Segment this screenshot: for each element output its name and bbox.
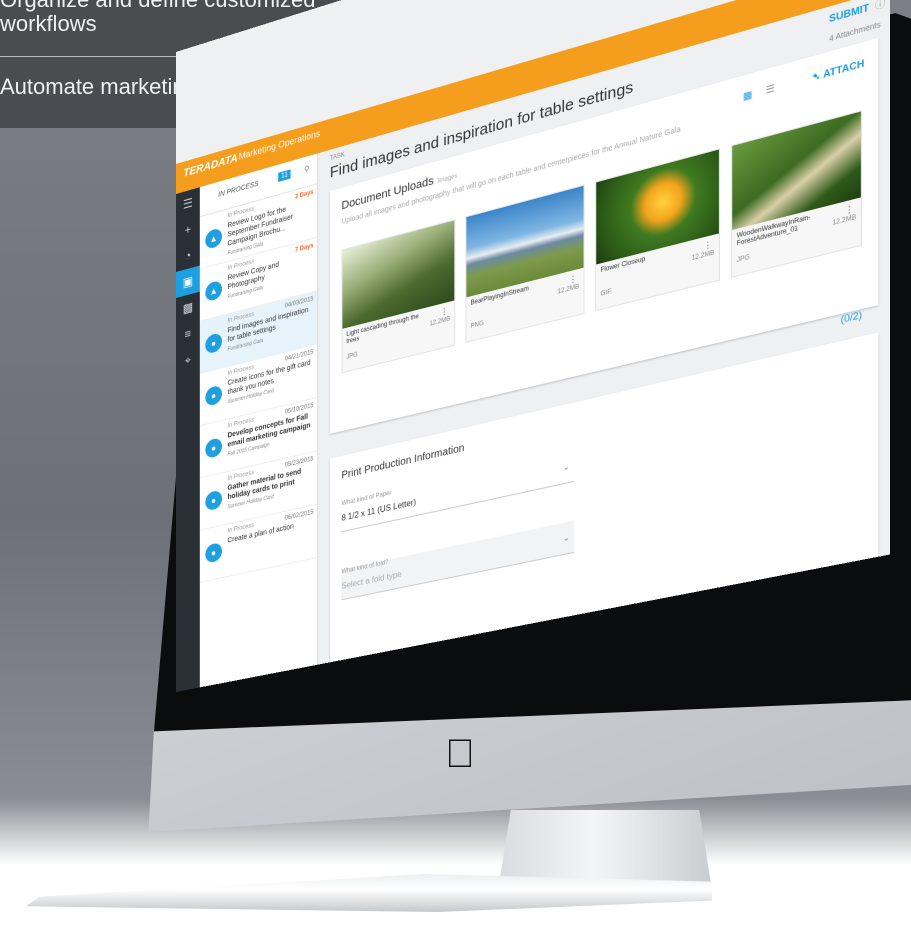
file-tile[interactable]: WoodenWalkwayInRain-ForestAdventure_01 1…	[731, 110, 863, 278]
chevron-down-icon: ⌄	[562, 532, 570, 544]
task-avatar: ●	[205, 384, 222, 407]
search-icon[interactable]: ⚲	[807, 0, 817, 2]
task-avatar: ●	[205, 437, 222, 460]
task-avatar: ●	[205, 541, 222, 564]
print-title: Print Production Information	[341, 442, 465, 482]
task-avatar: ▲	[205, 279, 222, 303]
file-size: 12.2MB	[691, 249, 715, 263]
apple-logo-icon: 	[440, 730, 480, 778]
chevron-down-icon: ⌄	[562, 461, 570, 473]
file-type: GIF	[600, 288, 612, 298]
file-size: 12.2MB	[832, 214, 857, 228]
file-type: JPG	[736, 254, 750, 265]
promo-line-workflows: workflows	[0, 11, 97, 36]
task-avatar: ●	[205, 332, 222, 355]
monitor-screen: TERADATA Marketing Operations ⚲ ▦ ● ☰ + …	[176, 0, 891, 692]
task-count-badge: 11	[278, 169, 291, 182]
file-thumbnail	[466, 185, 584, 298]
file-thumbnail	[342, 220, 455, 329]
more-options-icon[interactable]: ⋮	[440, 306, 448, 317]
file-tile[interactable]: BearPlayingInStream 12.2MB PNG ⋮	[465, 184, 585, 344]
uploads-tag: Images	[437, 173, 458, 186]
file-type: JPG	[346, 351, 358, 361]
brand-logo: TERADATA	[183, 152, 238, 180]
file-tile[interactable]: Flower Closeup 12.2MB GIF ⋮	[595, 148, 721, 312]
file-size: 12.2MB	[557, 283, 580, 296]
submit-button[interactable]: SUBMIT	[829, 2, 869, 25]
workflow-icon[interactable]: ⌖	[176, 344, 200, 376]
file-thumbnail	[596, 149, 719, 265]
list-view-icon[interactable]: ☰	[766, 82, 775, 97]
monitor-stand-base	[26, 874, 712, 912]
file-thumbnail	[732, 111, 861, 231]
filter-label[interactable]: IN PROCESS	[218, 180, 258, 199]
app-screen: TERADATA Marketing Operations ⚲ ▦ ● ☰ + …	[176, 0, 891, 692]
attach-label: ATTACH	[823, 57, 865, 81]
attach-button[interactable]: ➴ ATTACH	[812, 57, 864, 84]
task-list: IN PROCESS 11 ⚲ ▲ In Process 3 Days Revi…	[199, 153, 319, 692]
file-tile[interactable]: Light cascading through the trees 12.2MB…	[341, 219, 456, 374]
file-size: 12.2MB	[429, 316, 451, 328]
task-avatar: ●	[205, 489, 222, 512]
grid-view-icon[interactable]: ▦	[743, 88, 753, 103]
file-type: PNG	[470, 320, 484, 331]
info-icon[interactable]: ⓘ	[875, 0, 886, 13]
task-avatar: ▲	[205, 227, 222, 250]
uploads-pager[interactable]: (0/2)	[841, 309, 862, 325]
left-rail: ☰ + ◔ ▣ ▩ ≡ ⌖	[176, 187, 200, 692]
list-search-icon[interactable]: ⚲	[304, 164, 310, 175]
fold-select[interactable]: What kind of fold? Select a fold type ⌄	[341, 520, 575, 601]
